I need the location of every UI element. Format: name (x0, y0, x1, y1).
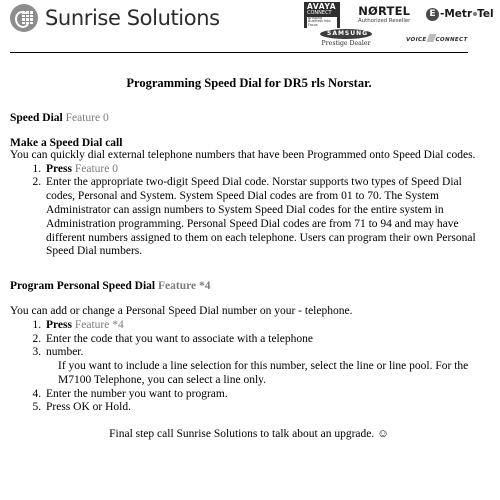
list-item: Enter the appropriate two-digit Speed Di… (44, 176, 488, 259)
voice-word-a: VOICE (406, 37, 427, 43)
emetrotel-word: -Metr Tel (440, 9, 494, 20)
speed-dial-heading: Speed Dial Feature 0 (10, 112, 488, 124)
document-content: Programming Speed Dial for DR5 rls Norst… (0, 53, 500, 440)
list-item: Press Feature *4 (44, 319, 488, 333)
voice-slash-icon (426, 34, 436, 42)
speed-dial-feature-code: Feature 0 (65, 112, 109, 124)
nortel-logo: NØRTEL Authorized Reseller (358, 4, 411, 24)
samsung-logo: SAMSUNG Prestige Dealer (320, 29, 372, 47)
brand-logo: Sunrise Solutions (10, 4, 220, 32)
list-item: Enter the number you want to program. (44, 388, 488, 402)
section2-steps: Press Feature *4 Enter the code that you… (10, 319, 488, 416)
document-page: Sunrise Solutions AVAYA CONNECT Bringing… (0, 0, 500, 500)
closing-line: Final step call Sunrise Solutions to tal… (10, 428, 488, 440)
voice-word-b: CONNECT (435, 37, 468, 43)
section-heading-program-personal: Program Personal Speed Dial Feature *4 (10, 280, 488, 292)
page-title: Programming Speed Dial for DR5 rls Norst… (126, 76, 372, 90)
list-item: Enter the code that you want to associat… (44, 333, 488, 347)
step-subtext: If you want to include a line selection … (58, 360, 469, 386)
avaya-tagline: Bringing Business Into Focus (307, 16, 337, 28)
section1-intro: You can quickly dial external telephone … (10, 149, 476, 161)
voice-connect-logo: VOICE CONNECT (406, 34, 468, 44)
list-item: number.If you want to include a line sel… (44, 346, 488, 387)
step-lead: Press (46, 162, 72, 175)
voice-connect-word: VOICE CONNECT (406, 34, 468, 44)
section-heading-make-call: Make a Speed Dial call (10, 137, 123, 149)
emetrotel-logo: E -Metr Tel (426, 8, 494, 21)
partner-logos: AVAYA CONNECT Bringing Business Into Foc… (300, 1, 500, 53)
avaya-logo: AVAYA CONNECT Bringing Business Into Foc… (304, 2, 340, 28)
list-item: Press OK or Hold. (44, 401, 488, 415)
closing-text: Final step call Sunrise Solutions to tal… (109, 428, 375, 441)
nortel-word: NØRTEL (358, 4, 411, 18)
keypad-shape (22, 11, 33, 24)
step-text: number. (46, 346, 84, 359)
nortel-sub: Authorized Reseller (358, 17, 411, 24)
samsung-word: SAMSUNG (320, 29, 372, 39)
smiley-icon: ☺ (377, 428, 389, 441)
samsung-sub: Prestige Dealer (321, 40, 371, 47)
page-header: Sunrise Solutions AVAYA CONNECT Bringing… (0, 0, 500, 53)
section2-feature-code: Feature *4 (158, 280, 211, 293)
emetrotel-badge: E (426, 8, 439, 21)
step-feature-code: Feature *4 (74, 318, 124, 331)
speed-dial-label: Speed Dial (10, 112, 63, 124)
section2-intro: You can add or change a Personal Speed D… (10, 305, 353, 318)
emetrotel-word-a: -Metr (440, 8, 473, 21)
section1-steps: Press Feature 0 Enter the appropriate tw… (10, 163, 488, 260)
avaya-badge: AVAYA CONNECT Bringing Business Into Foc… (304, 2, 340, 28)
step-lead: Press (46, 318, 72, 331)
avaya-sub: CONNECT (307, 9, 332, 16)
step-feature-code: Feature 0 (74, 162, 118, 175)
phone-keypad-icon (10, 4, 38, 32)
emetrotel-word-b: Tel (477, 8, 494, 21)
list-item: Press Feature 0 (44, 163, 488, 177)
section2-heading-label: Program Personal Speed Dial (10, 280, 156, 293)
brand-name: Sunrise Solutions (45, 6, 220, 30)
